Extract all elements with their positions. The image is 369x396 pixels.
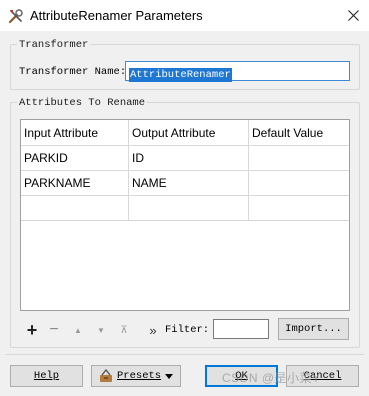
filter-label: Filter: — [165, 324, 210, 336]
default-value-cell[interactable] — [249, 146, 349, 170]
help-button[interactable]: Help — [10, 365, 83, 387]
attributes-table[interactable]: Input Attribute Output Attribute Default… — [20, 119, 350, 311]
close-icon — [347, 10, 359, 21]
watermark: CSDN @是小菜Y — [222, 371, 321, 385]
input-attribute-cell[interactable] — [21, 196, 129, 220]
column-header-input[interactable]: Input Attribute — [21, 120, 129, 145]
attributes-legend: Attributes To Rename — [17, 97, 148, 109]
caret-down-icon — [165, 373, 174, 379]
table-toolbar: + − ▲ ▼ ⊼ » Filter: Import... — [20, 318, 350, 342]
help-label: Help — [33, 370, 60, 382]
title-bar: AttributeRenamer Parameters — [0, 0, 369, 31]
table-row[interactable]: PARKID ID — [21, 146, 349, 171]
presets-label: Presets — [117, 370, 162, 382]
table-row[interactable]: PARKNAME NAME — [21, 171, 349, 196]
arrow-up-icon: ▲ — [74, 325, 82, 335]
transformer-name-input[interactable]: AttributeRenamer — [125, 61, 350, 82]
move-up-button[interactable]: ▲ — [68, 318, 88, 342]
minus-icon: − — [49, 321, 59, 338]
table-row-empty[interactable] — [21, 196, 349, 221]
double-chevron-right-icon: » — [149, 322, 157, 338]
move-to-top-icon: ⊼ — [120, 324, 128, 336]
default-value-cell[interactable] — [249, 196, 349, 220]
tools-icon — [8, 9, 23, 24]
remove-row-button[interactable]: − — [44, 318, 64, 342]
input-attribute-cell[interactable]: PARKNAME — [21, 171, 129, 195]
output-attribute-cell[interactable]: ID — [129, 146, 249, 170]
presets-button[interactable]: Presets — [91, 365, 181, 387]
more-options-button[interactable]: » — [143, 318, 163, 342]
transformer-name-label: Transformer Name: — [19, 66, 127, 78]
input-attribute-cell[interactable]: PARKID — [21, 146, 129, 170]
presets-icon — [100, 369, 112, 382]
transformer-name-value: AttributeRenamer — [129, 68, 232, 82]
output-attribute-cell[interactable]: NAME — [129, 171, 249, 195]
filter-input[interactable] — [213, 319, 269, 339]
footer-divider — [5, 354, 364, 355]
close-button[interactable] — [337, 0, 369, 31]
transformer-legend: Transformer — [17, 39, 91, 51]
move-down-button[interactable]: ▼ — [91, 318, 111, 342]
table-header: Input Attribute Output Attribute Default… — [21, 120, 349, 146]
column-header-default[interactable]: Default Value — [249, 120, 349, 145]
output-attribute-cell[interactable] — [129, 196, 249, 220]
add-row-button[interactable]: + — [22, 318, 42, 342]
move-top-button[interactable]: ⊼ — [114, 318, 134, 342]
plus-icon: + — [26, 319, 38, 340]
column-header-output[interactable]: Output Attribute — [129, 120, 249, 145]
import-button[interactable]: Import... — [278, 318, 349, 340]
window-title: AttributeRenamer Parameters — [30, 8, 203, 23]
arrow-down-icon: ▼ — [97, 325, 105, 335]
default-value-cell[interactable] — [249, 171, 349, 195]
